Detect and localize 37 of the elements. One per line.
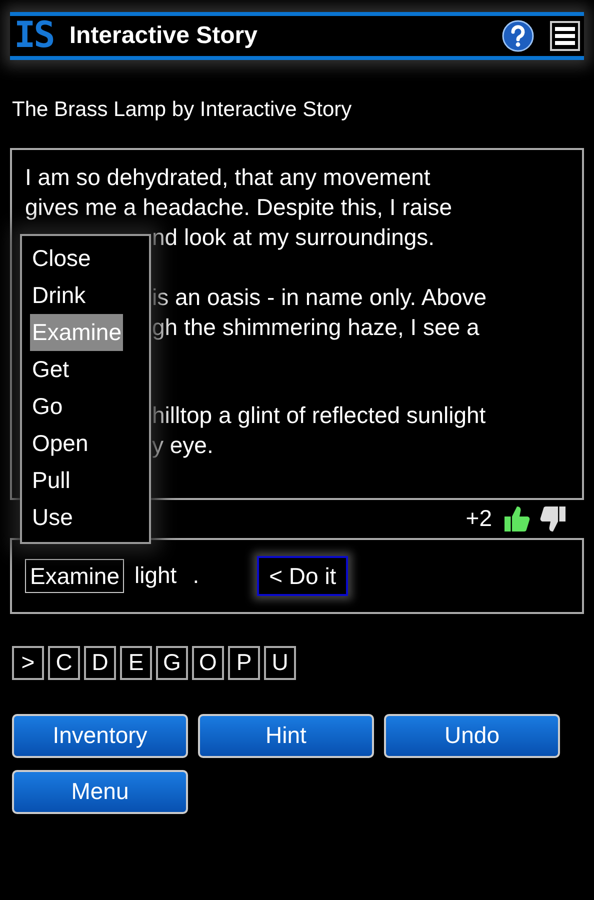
story-text: nd look at my surroundings.	[152, 224, 435, 250]
verb-field[interactable]: Examine	[25, 558, 124, 592]
object-word[interactable]: light	[134, 558, 177, 593]
action-button[interactable]: Inventory	[12, 714, 188, 758]
letter-key[interactable]: O	[192, 646, 224, 680]
letter-key[interactable]: D	[84, 646, 116, 680]
verb-option[interactable]: Drink	[30, 276, 88, 314]
action-button[interactable]: Hint	[198, 714, 374, 758]
letter-key[interactable]: U	[264, 646, 296, 680]
verb-option[interactable]: Open	[30, 424, 90, 462]
letter-key[interactable]: P	[228, 646, 260, 680]
end-word[interactable]: .	[192, 558, 200, 593]
rating-score: +2	[466, 504, 492, 534]
app-title: Interactive Story	[69, 21, 258, 51]
do-it-button[interactable]: < Do it	[257, 556, 348, 596]
menu-icon[interactable]	[550, 21, 580, 51]
story-text: hilltop a glint of reflected sunlight	[152, 402, 486, 428]
story-text: is an oasis - in name only. Above	[152, 284, 487, 310]
letter-key[interactable]: E	[120, 646, 152, 680]
verb-option[interactable]: Use	[30, 498, 75, 536]
action-button[interactable]: Menu	[12, 770, 188, 814]
verb-option[interactable]: Get	[30, 350, 72, 388]
story-title: The Brass Lamp by Interactive Story	[12, 97, 352, 123]
action-button[interactable]: Undo	[384, 714, 560, 758]
app-logo: IS	[14, 18, 54, 54]
verb-option[interactable]: Close	[30, 240, 93, 276]
letter-key[interactable]: C	[48, 646, 80, 680]
help-icon[interactable]	[502, 20, 534, 52]
story-text: gh the shimmering haze, I see a	[152, 314, 480, 340]
verb-option[interactable]: Examine	[30, 314, 124, 350]
story-text: y eye.	[152, 432, 214, 458]
letter-key[interactable]: G	[156, 646, 188, 680]
verb-option[interactable]: Go	[30, 388, 65, 424]
story-text: I am so dehydrated, that any movement	[25, 164, 430, 190]
story-text: gives me a headache. Despite this, I raise	[25, 194, 452, 220]
letter-key[interactable]: >	[12, 646, 44, 680]
verb-option[interactable]: Pull	[30, 462, 72, 498]
